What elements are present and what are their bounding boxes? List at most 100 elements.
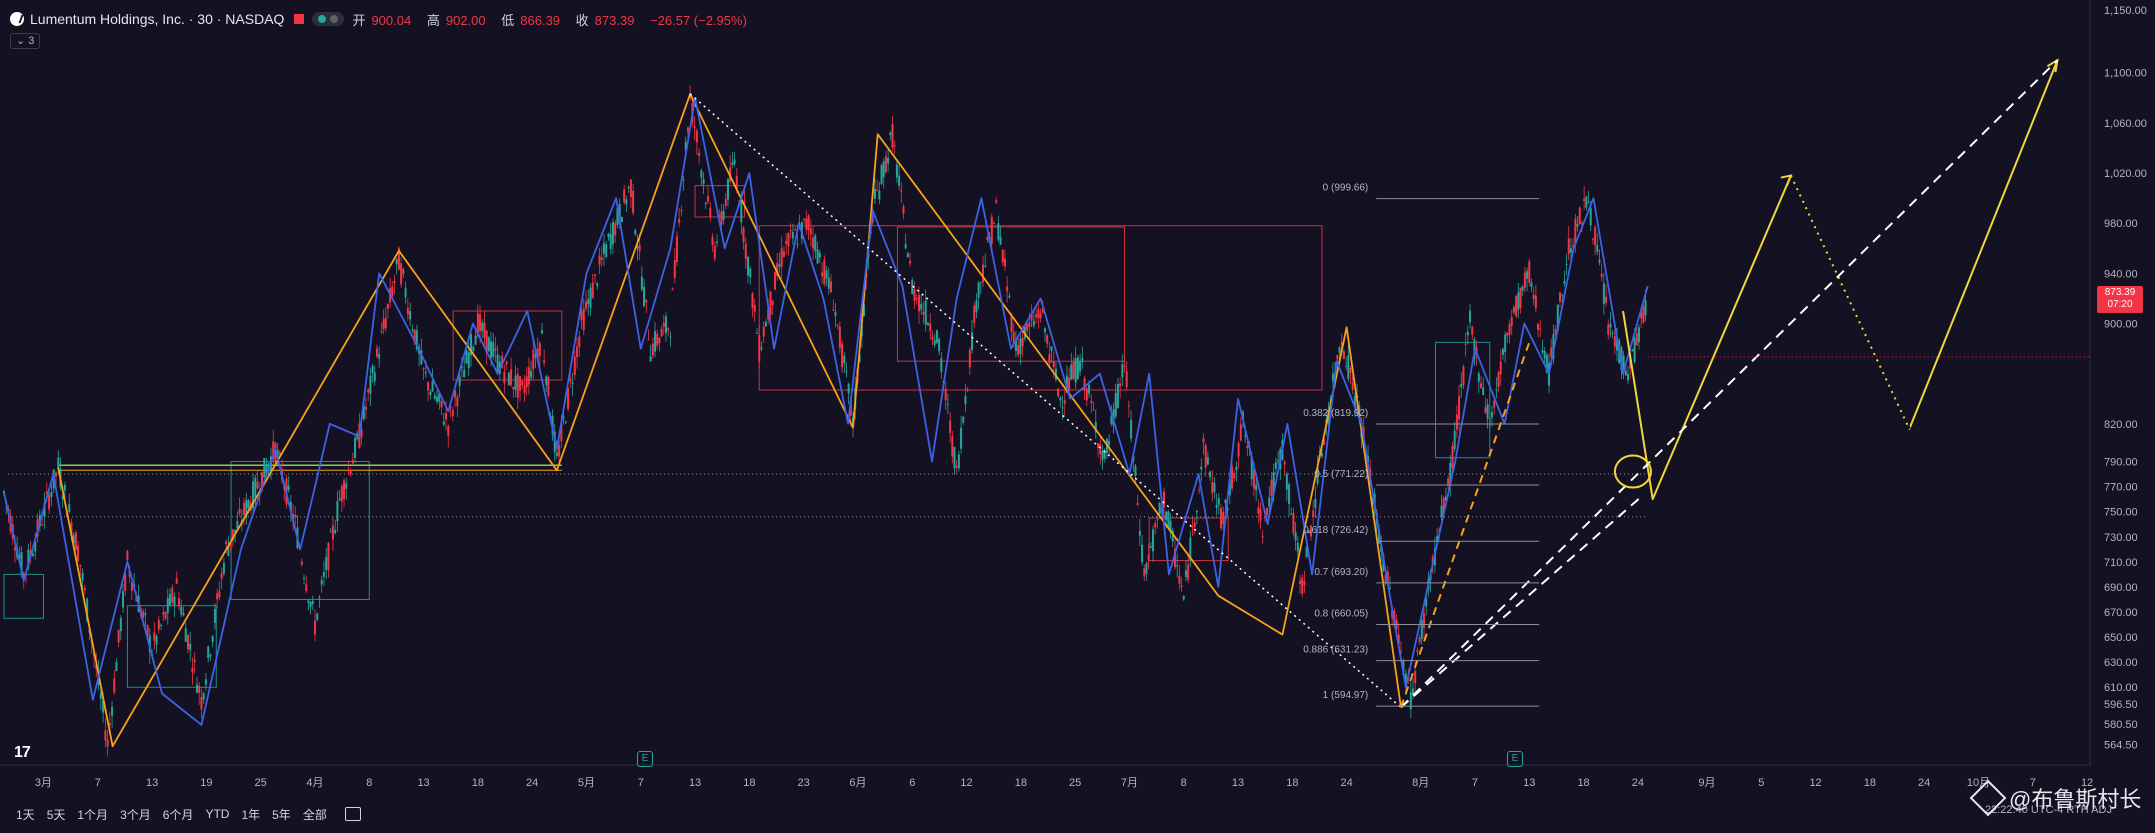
candle-body [933,340,936,345]
y-tick-label: 1,020.00 [2104,168,2147,180]
chart-area[interactable]: 1,150.00 1,100.00 1,060.00 1,020.00 980.00 94… [0,0,2155,828]
candle-body [1136,502,1139,506]
candle-body [1233,473,1236,479]
calendar-icon[interactable] [344,807,361,821]
candle-body [893,145,896,147]
candle-body [1268,497,1271,507]
candle-body [487,337,490,352]
candle-body [787,233,790,247]
candle-body [422,367,425,369]
timeframe-1m[interactable]: 1个月 [77,806,108,823]
x-tick-label: 24 [1632,777,1644,789]
timeframe-1y[interactable]: 1年 [241,806,260,823]
candle-body [1497,371,1500,387]
candle-body [1627,373,1629,381]
candle-body [1143,568,1146,577]
candle-body [216,593,219,600]
candle-body [440,401,443,408]
candle-body [1239,424,1242,441]
candle-body [166,598,169,614]
candle-body [949,420,952,433]
y-tick-label: 750.00 [2104,507,2138,519]
timeframe-ytd[interactable]: YTD [205,807,229,821]
candle-body [968,350,971,368]
candle-body [209,654,212,657]
candle-body [318,597,321,599]
candle-body [334,529,337,534]
candle-body [640,276,643,290]
x-tick-label: 5月 [578,777,595,789]
candle-body [1541,350,1544,353]
candle-body [1057,388,1060,397]
candle-body [895,164,898,178]
flag-icon[interactable] [294,14,305,24]
candle-body [1021,337,1024,347]
candle-body [119,618,122,632]
candle-body [126,550,129,560]
candle-body [155,635,158,645]
earnings-badge-icon[interactable]: E [1507,751,1523,767]
candle-body [1414,671,1417,684]
candle-body [1292,513,1295,534]
candle-body [1246,445,1249,449]
candle-body [164,612,167,619]
candle-body [316,613,319,621]
candle-body [1611,332,1614,334]
candle-body [1182,595,1185,600]
candle-body [144,613,147,616]
candle-body [512,386,515,390]
candle-body [1633,337,1636,363]
fib-level-label: 0.5 (771.22) [1314,469,1368,480]
candle-body [1237,443,1240,457]
symbol-title[interactable]: Lumentum Holdings, Inc. · 30 · NASDAQ [30,11,284,27]
candle-body [632,190,635,214]
status-pill[interactable] [312,12,345,26]
candle-body [1624,370,1627,376]
zone-box [1434,341,1491,459]
candle-body [769,291,772,316]
candle-body [311,600,314,605]
x-tick-label: 18 [1286,777,1298,789]
candle-body [1043,328,1046,333]
candle-body [1469,310,1472,323]
candle-body [547,376,550,396]
candle-body [519,376,522,391]
x-tick-label: 7 [1472,777,1478,789]
indicator-toggle[interactable]: ⌄ 3 [10,33,41,49]
candle-body [979,282,982,284]
change-value: −26.57 (−2.95%) [650,12,747,28]
candle-body [643,286,646,307]
timeframe-5d[interactable]: 5天 [47,806,66,823]
candle-body [816,249,819,264]
trend-dotted-line [689,93,1402,708]
candle-body [160,624,163,626]
timeframe-6m[interactable]: 6个月 [163,806,194,823]
price-chart[interactable]: 1,150.00 1,100.00 1,060.00 1,020.00 980.00 94… [0,0,2155,828]
candle-body [68,503,71,513]
y-tick-label: 564.50 [2104,739,2138,751]
timeframe-1d[interactable]: 1天 [16,806,35,823]
earnings-badge-icon[interactable]: E [637,751,653,767]
candle-body [1342,351,1345,359]
candle-body [1565,263,1568,265]
candle-body [1048,354,1051,364]
candle-body [1303,580,1306,586]
candle-body [378,354,381,359]
candle-body [74,532,77,551]
candle-body [115,662,118,672]
candle-body [695,130,698,143]
candle-body [887,157,890,164]
candle-body [662,322,665,327]
candle-body [593,274,596,277]
candle-body [1530,282,1533,288]
fib-level-label: 0.618 (726.42) [1303,525,1368,536]
candle-body [195,684,198,693]
timeframe-3m[interactable]: 3个月 [120,806,151,823]
x-tick-label: 7 [638,777,644,789]
candle-body [1532,294,1535,300]
candle-body [600,257,603,260]
timeframe-all[interactable]: 全部 [303,806,327,823]
candle-body [191,667,194,673]
candle-body [458,376,461,386]
timeframe-5y[interactable]: 5年 [272,806,291,823]
